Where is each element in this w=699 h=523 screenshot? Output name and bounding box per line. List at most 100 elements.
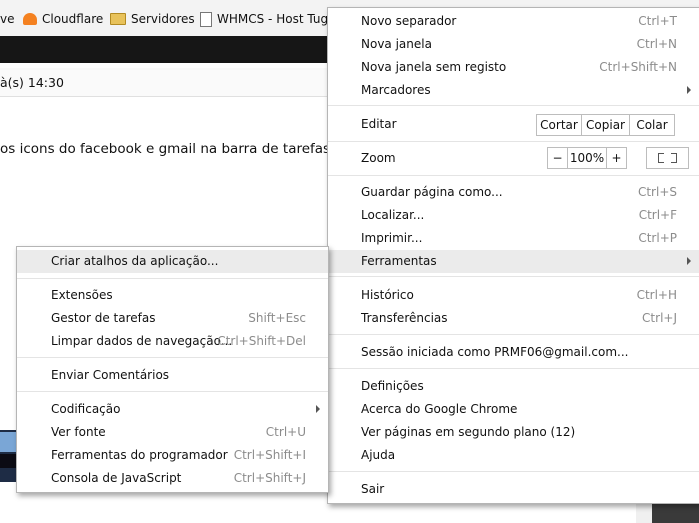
menu-item-label: Zoom [361,151,396,165]
menu-item-label: Marcadores [361,83,431,97]
menu-item-label: Ferramentas [361,254,437,268]
menu-separator [17,391,328,392]
menu-item-label: Localizar... [361,208,425,222]
menu-item-task-manager[interactable]: Gestor de tarefas Shift+Esc [17,307,328,330]
menu-item-label: Enviar Comentários [51,368,170,382]
shortcut-label: Ctrl+F [638,208,677,222]
menu-item-new-window[interactable]: Nova janela Ctrl+N [328,33,699,56]
menu-item-encoding[interactable]: Codificação [17,398,328,421]
menu-item-label: Consola de JavaScript [51,471,182,485]
menu-item-new-tab[interactable]: Novo separador Ctrl+T [328,10,699,33]
post-time: à(s) 14:30 [0,75,64,90]
shortcut-label: Ctrl+S [637,185,677,199]
menu-item-label: Ver páginas em segundo plano (12) [361,425,576,439]
menu-item-label: Histórico [361,288,414,302]
paste-button[interactable]: Colar [629,114,675,136]
menu-item-create-shortcuts[interactable]: Criar atalhos da aplicação... [17,250,328,273]
menu-item-save-page[interactable]: Guardar página como... Ctrl+S [328,181,699,204]
menu-item-settings[interactable]: Definições [328,375,699,398]
bookmark-label: Servidores [131,12,195,26]
menu-item-label: Ver fonte [51,425,106,439]
menu-separator [328,105,699,106]
menu-item-label: Transferências [361,311,448,325]
menu-item-label: Extensões [51,288,113,302]
bookmark-label: WHMCS - Host Tug. [217,12,332,26]
menu-item-clear-data[interactable]: Limpar dados de navegação... Ctrl+Shift+… [17,330,328,353]
menu-separator [328,368,699,369]
zoom-in-button[interactable]: + [606,147,627,169]
menu-item-background-pages[interactable]: Ver páginas em segundo plano (12) [328,421,699,444]
menu-item-label: Gestor de tarefas [51,311,156,325]
shortcut-label: Ctrl+U [265,425,306,439]
menu-item-exit[interactable]: Sair [328,478,699,501]
menu-item-label: Nova janela sem registo [361,60,507,74]
shortcut-label: Ctrl+J [642,311,677,325]
bookmark-whmcs[interactable]: WHMCS - Host Tug. [200,11,332,27]
menu-item-print[interactable]: Imprimir... Ctrl+P [328,227,699,250]
tools-submenu: Criar atalhos da aplicação... Extensões … [16,246,329,493]
menu-item-feedback[interactable]: Enviar Comentários [17,364,328,387]
copy-button[interactable]: Copiar [581,114,630,136]
menu-separator [328,141,699,142]
menu-item-history[interactable]: Histórico Ctrl+H [328,284,699,307]
bookmark-label: Cloudflare [42,12,104,26]
bookmark-servidores[interactable]: Servidores [110,11,195,27]
menu-item-label: Guardar página como... [361,185,503,199]
menu-item-bookmarks[interactable]: Marcadores [328,79,699,102]
menu-item-tools[interactable]: Ferramentas [328,250,699,273]
shortcut-label: Shift+Esc [248,311,306,325]
folder-icon [110,13,126,25]
menu-item-label: Sessão iniciada como PRMF06@gmail.com... [361,345,629,359]
menu-item-zoom: Zoom [328,147,699,170]
menu-separator [328,471,699,472]
shortcut-label: Ctrl+T [638,14,677,28]
shortcut-label: Ctrl+H [636,288,677,302]
shortcut-label: Ctrl+Shift+I [233,448,306,462]
thumbnail-image [0,430,16,482]
menu-item-downloads[interactable]: Transferências Ctrl+J [328,307,699,330]
menu-item-view-source[interactable]: Ver fonte Ctrl+U [17,421,328,444]
page-header-strip [0,36,340,63]
menu-item-find[interactable]: Localizar... Ctrl+F [328,204,699,227]
shortcut-label: Ctrl+Shift+N [599,60,677,74]
post-info: à(s) 14:30 [0,68,340,97]
submenu-arrow-icon [687,257,691,265]
menu-item-label: Editar [361,117,397,131]
bookmark-partial[interactable]: ve [0,11,14,27]
menu-item-label: Codificação [51,402,121,416]
fullscreen-icon[interactable] [646,147,689,169]
submenu-arrow-icon [687,86,691,94]
menu-separator [17,357,328,358]
menu-item-label: Nova janela [361,37,432,51]
menu-item-help[interactable]: Ajuda [328,444,699,467]
menu-item-label: Sair [361,482,385,496]
menu-item-label: Criar atalhos da aplicação... [51,254,219,268]
shortcut-label: Ctrl+Shift+J [233,471,306,485]
shortcut-label: Ctrl+P [638,231,677,245]
zoom-out-button[interactable]: − [547,147,568,169]
menu-item-label: Imprimir... [361,231,423,245]
menu-item-label: Novo separador [361,14,457,28]
menu-item-label: Acerca do Google Chrome [361,402,518,416]
submenu-arrow-icon [316,405,320,413]
menu-item-label: Ajuda [361,448,396,462]
shortcut-label: Ctrl+N [636,37,677,51]
chrome-menu: Novo separador Ctrl+T Nova janela Ctrl+N… [327,7,699,504]
menu-separator [328,276,699,277]
menu-item-label: Ferramentas do programador [51,448,228,462]
shortcut-label: Ctrl+Shift+Del [217,334,306,348]
menu-item-label: Definições [361,379,424,393]
menu-item-dev-tools[interactable]: Ferramentas do programador Ctrl+Shift+I [17,444,328,467]
question-text: os icons do facebook e gmail na barra de… [0,141,338,157]
menu-item-js-console[interactable]: Consola de JavaScript Ctrl+Shift+J [17,467,328,490]
menu-separator [17,278,328,279]
menu-item-incognito[interactable]: Nova janela sem registo Ctrl+Shift+N [328,56,699,79]
cut-button[interactable]: Cortar [536,114,582,136]
menu-item-extensions[interactable]: Extensões [17,284,328,307]
cloudflare-icon [23,13,37,25]
menu-item-about[interactable]: Acerca do Google Chrome [328,398,699,421]
bookmark-partial-label: ve [0,12,15,26]
menu-separator [328,175,699,176]
menu-item-signed-in[interactable]: Sessão iniciada como PRMF06@gmail.com... [328,341,699,364]
bookmark-cloudflare[interactable]: Cloudflare [23,11,103,27]
